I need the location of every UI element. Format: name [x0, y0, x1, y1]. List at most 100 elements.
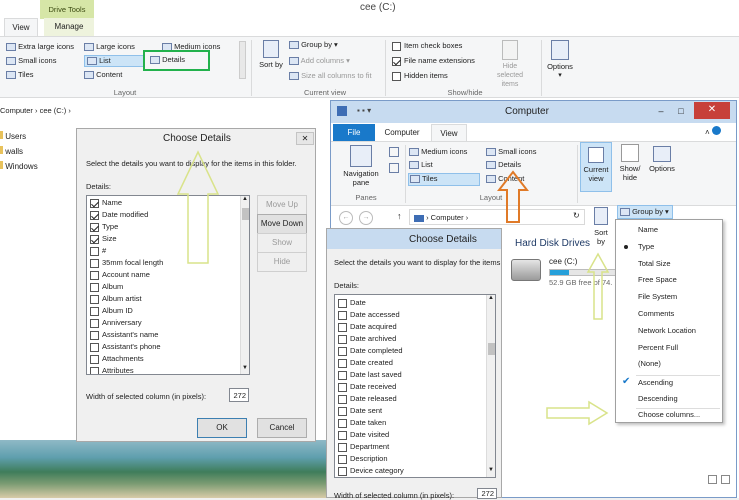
breadcrumb-drive[interactable]: cee (C:) [40, 106, 67, 115]
drive-name[interactable]: cee (C:) [549, 257, 577, 266]
detail-checkbox[interactable] [338, 322, 347, 332]
up-button[interactable]: ↑ [397, 211, 402, 221]
nav-item-windows[interactable]: Windows [0, 161, 38, 171]
menu-item[interactable]: Total Size [616, 256, 722, 273]
quick-access-icons[interactable]: ▪ ▪ ▾ [357, 106, 397, 116]
list-item[interactable]: Date visited [338, 429, 486, 441]
list-item[interactable]: Date received [338, 381, 486, 393]
list-item[interactable]: Date last saved [338, 369, 486, 381]
menu-item[interactable]: Free Space [616, 272, 722, 289]
detail-checkbox[interactable] [338, 442, 347, 452]
details-view-icon[interactable] [708, 475, 717, 484]
detail-checkbox[interactable] [90, 222, 99, 232]
detail-checkbox[interactable] [90, 306, 99, 316]
navigation-pane-button[interactable]: Navigation pane [339, 145, 383, 187]
file-name-extensions-checkbox[interactable] [392, 56, 401, 66]
detail-checkbox[interactable] [90, 294, 99, 304]
details-pane-icon[interactable] [389, 163, 399, 173]
list-item[interactable]: Date accessed [338, 309, 486, 321]
scroll-down-arrow[interactable]: ▼ [242, 365, 248, 371]
detail-checkbox[interactable] [90, 354, 99, 364]
tab-manage[interactable]: Manage [44, 18, 94, 36]
list-item[interactable]: Assistant's phone [90, 341, 240, 353]
hidden-items-toggle[interactable]: Hidden items [392, 71, 448, 81]
scroll-down-arrow[interactable]: ▼ [488, 467, 494, 473]
window-close-button[interactable]: ✕ [694, 102, 730, 119]
list-item[interactable]: Date created [338, 357, 486, 369]
add-columns-button[interactable]: Add columns ▾ [289, 56, 350, 66]
detail-checkbox[interactable] [338, 418, 347, 428]
scroll-thumb[interactable] [488, 343, 495, 355]
list-item[interactable]: Date taken [338, 417, 486, 429]
layout-content[interactable]: Content [84, 70, 122, 80]
scroll-thumb[interactable] [242, 208, 249, 220]
item-check-boxes-checkbox[interactable] [392, 41, 401, 51]
detail-checkbox[interactable] [338, 454, 347, 464]
cw-options-button[interactable]: Options [644, 146, 680, 173]
tab-file[interactable]: File [333, 124, 375, 141]
item-check-boxes-toggle[interactable]: Item check boxes [392, 41, 462, 51]
tab-view[interactable]: View [4, 18, 38, 36]
context-tab-header[interactable]: Drive Tools [40, 0, 94, 19]
move-down-button[interactable]: Move Down [257, 214, 307, 234]
layout-small[interactable]: Small icons [6, 56, 56, 66]
options-button[interactable]: Options ▾ [543, 40, 577, 79]
detail-checkbox[interactable] [338, 298, 347, 308]
detail-checkbox[interactable] [90, 210, 99, 220]
menu-item[interactable]: File System [616, 289, 722, 306]
menu-item-ascending[interactable]: ✔ Ascending [616, 375, 722, 392]
list-item[interactable]: Date archived [338, 333, 486, 345]
group-by-button[interactable]: Group by ▾ [617, 205, 673, 219]
hide-selected-button[interactable]: Hide selected items [483, 40, 537, 89]
list-item[interactable]: Album [90, 281, 240, 293]
layout-scroll[interactable] [239, 41, 246, 79]
show-button[interactable]: Show [257, 233, 307, 253]
list-item[interactable]: Assistant's name [90, 329, 240, 341]
detail-checkbox[interactable] [90, 258, 99, 268]
sort-by-button[interactable]: Sort by [589, 207, 613, 246]
scroll-up-arrow[interactable]: ▲ [488, 295, 494, 301]
detail-checkbox[interactable] [90, 282, 99, 292]
tab-computer[interactable]: Computer [377, 124, 427, 141]
width-input[interactable]: 272 [229, 388, 249, 402]
detail-checkbox[interactable] [90, 270, 99, 280]
list-item[interactable]: Album ID [90, 305, 240, 317]
menu-item[interactable]: Comments [616, 306, 722, 323]
tab-view[interactable]: View [431, 124, 467, 141]
menu-item[interactable]: Name [616, 222, 722, 239]
scroll-up-arrow[interactable]: ▲ [242, 196, 248, 202]
layout-large[interactable]: Large icons [84, 42, 135, 52]
forward-button[interactable]: → [359, 211, 373, 225]
list-item[interactable]: Date released [338, 393, 486, 405]
menu-item-descending[interactable]: Descending [616, 391, 722, 408]
menu-item[interactable]: (None) [616, 356, 722, 373]
list-item[interactable]: Account name [90, 269, 240, 281]
list-item[interactable]: Department [338, 441, 486, 453]
file-name-extensions-toggle[interactable]: File name extensions [392, 56, 475, 66]
detail-checkbox[interactable] [90, 198, 99, 208]
list-item[interactable]: Device category [338, 465, 486, 477]
detail-checkbox[interactable] [338, 394, 347, 404]
list-item[interactable]: Album artist [90, 293, 240, 305]
move-up-button[interactable]: Move Up [257, 195, 307, 215]
close-button[interactable]: ✕ [296, 132, 314, 145]
detail-checkbox[interactable] [338, 310, 347, 320]
dialog-2-scrollbar[interactable]: ▲ ▼ [486, 295, 495, 477]
hidden-items-checkbox[interactable] [392, 71, 401, 81]
list-item[interactable]: Description [338, 453, 486, 465]
menu-item[interactable]: Type [616, 239, 722, 256]
list-item[interactable]: Date [338, 297, 486, 309]
menu-item[interactable]: Percent Full [616, 340, 722, 357]
detail-checkbox[interactable] [338, 358, 347, 368]
details-list[interactable]: Name Date modified Type Size #35mm focal len… [86, 195, 250, 375]
list-item[interactable]: Date sent [338, 405, 486, 417]
cw-layout-medium[interactable]: Medium icons [409, 147, 467, 157]
detail-checkbox[interactable] [338, 382, 347, 392]
hide-button[interactable]: Hide [257, 252, 307, 272]
menu-item-choose-columns[interactable]: Choose columns... [616, 407, 722, 424]
detail-checkbox[interactable] [90, 366, 99, 374]
detail-checkbox[interactable] [90, 318, 99, 328]
large-icons-view-icon[interactable] [721, 475, 730, 484]
list-item[interactable]: Anniversary [90, 317, 240, 329]
detail-checkbox[interactable] [90, 330, 99, 340]
